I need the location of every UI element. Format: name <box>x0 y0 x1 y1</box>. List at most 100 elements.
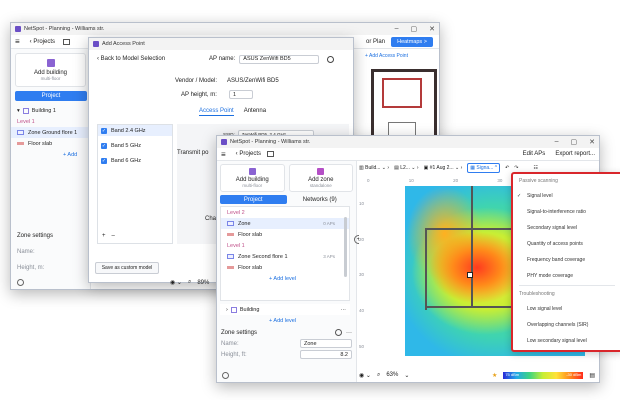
front-maximize-icon[interactable]: ▢ <box>571 138 578 146</box>
tree-building[interactable]: ▾ Building 1 <box>11 105 90 116</box>
projects-back-button[interactable]: ‹ Projects <box>30 39 55 45</box>
export-report-button[interactable]: Export report... <box>555 151 595 157</box>
front-close-icon[interactable]: ✕ <box>589 138 595 146</box>
front-window-controls: – ▢ ✕ <box>555 138 595 146</box>
add-level-button[interactable]: + Add <box>11 149 90 160</box>
dialog-tabs: Access Point Antenna <box>199 108 266 116</box>
front-zoom-icon[interactable]: ⌕ <box>377 372 380 379</box>
front-settings-icon[interactable] <box>222 372 229 379</box>
front-slab-item[interactable]: Floor slab <box>221 229 349 240</box>
ap-name-input[interactable]: ASUS ZenWifi BD5 <box>239 54 320 64</box>
settings-gear-icon[interactable] <box>17 279 24 286</box>
building-more-icon[interactable]: ··· <box>341 307 347 313</box>
crumb-level[interactable]: ▤ L2... ⌄ › <box>394 165 419 171</box>
add-band-icon[interactable]: + <box>102 233 106 239</box>
tab-project[interactable]: Project <box>15 91 87 101</box>
ruler-left: 10 20 30 40 50 <box>359 186 367 364</box>
front-height-input[interactable]: 8.2 <box>300 350 352 359</box>
menu-icon[interactable]: ≡ <box>15 37 20 46</box>
menu-low-signal[interactable]: Low signal level <box>513 301 620 317</box>
band-6[interactable]: ✓ Band 6 GHz <box>98 155 172 166</box>
ruler-x-3: 30 <box>497 177 503 183</box>
panel-toggle-icon[interactable] <box>63 38 71 45</box>
front-zone-settings: Zone settings ··· <box>221 329 352 336</box>
zoom-icon[interactable]: ⌕ <box>188 279 191 286</box>
crumb-visualization[interactable]: ▦ Signa... ^ <box>467 163 501 173</box>
front-add-building-card[interactable]: Add building multi-floor <box>220 164 285 192</box>
tab-antenna[interactable]: Antenna <box>244 108 266 116</box>
front-building-item[interactable]: › Building ··· <box>220 304 350 315</box>
menu-frequency-band[interactable]: Frequency band coverage <box>513 252 620 268</box>
menu-quantity-aps[interactable]: Quantity of access points <box>513 236 620 252</box>
refresh-icon[interactable] <box>327 55 335 63</box>
maximize-icon[interactable]: ▢ <box>411 25 418 33</box>
legend-settings-icon[interactable]: ▤ <box>589 372 595 379</box>
close-icon[interactable]: ✕ <box>429 25 435 33</box>
front-zone-item[interactable]: Zone 0 APs <box>221 218 349 229</box>
zoom-dropdown-icon[interactable]: ⌄ <box>404 372 409 379</box>
back-to-model-link[interactable]: ‹ Back to Model Selection <box>97 56 165 62</box>
plan-button[interactable]: or Plan <box>366 39 385 45</box>
front-tree: Level 2 Zone 0 APs Floor slab Level 1 Zon… <box>220 206 363 301</box>
minimize-icon[interactable]: – <box>395 25 399 33</box>
menu-secondary-signal[interactable]: Secondary signal level <box>513 220 620 236</box>
save-custom-button[interactable]: Save as custom model <box>95 262 159 274</box>
eye-icon[interactable]: ◉ ⌄ <box>170 279 182 286</box>
crumb-survey[interactable]: ▣ #1 Aug 2... ⌄ › <box>424 165 463 171</box>
front-name-input[interactable]: Zone <box>300 339 352 348</box>
zone-second-label: Zone Second flore 1 <box>238 253 288 260</box>
tree-scrollbar[interactable] <box>344 217 347 277</box>
menu-sir[interactable]: Signal-to-interference ratio <box>513 204 620 220</box>
band-6-checkbox[interactable]: ✓ <box>101 157 107 164</box>
crumb-building[interactable]: ▥ Build... ⌄ › <box>359 165 389 171</box>
add-zone-sub: standalone <box>309 183 332 188</box>
color-legend: 75 dBm -30 dBm <box>503 371 584 379</box>
add-access-point-link[interactable]: + Add Access Point <box>365 53 408 59</box>
menu-low-secondary[interactable]: Low secondary signal level <box>513 333 620 349</box>
front-minimize-icon[interactable]: – <box>555 138 559 146</box>
remove-band-icon[interactable]: – <box>112 233 115 239</box>
add-building-card[interactable]: Add building multi-floor <box>15 53 86 87</box>
front-add-level2-button[interactable]: + Add level <box>217 315 356 326</box>
ruler-y-2: 30 <box>359 272 365 278</box>
front-eye-icon[interactable]: ◉ ⌄ <box>359 372 371 379</box>
tree-zone[interactable]: Zone Ground flore 1 <box>11 127 90 138</box>
zone-second-item[interactable]: Zone Second flore 1 3 APs <box>221 251 349 262</box>
front-slab2-item[interactable]: Floor slab <box>221 262 349 273</box>
dialog-header: ‹ Back to Model Selection AP name: ASUS … <box>89 50 353 68</box>
legend-high: -30 dBm <box>566 371 582 377</box>
band-5-checkbox[interactable]: ✓ <box>101 142 107 149</box>
crumb-building-label: Build... <box>365 165 381 171</box>
band-2-4[interactable]: ✓ Band 2.4 GHz <box>98 125 172 136</box>
ap-name-label: AP name: <box>209 56 236 62</box>
menu-phy-mode[interactable]: PHY mode coverage <box>513 268 620 284</box>
settings-more-icon[interactable]: ··· <box>346 330 352 336</box>
heatmaps-button[interactable]: Heatmaps > <box>391 36 433 47</box>
front-tab-networks[interactable]: Networks (9) <box>287 195 354 204</box>
band-2-4-checkbox[interactable]: ✓ <box>101 127 107 134</box>
band-5[interactable]: ✓ Band 5 GHz <box>98 140 172 151</box>
ap-height-input[interactable]: 1 <box>229 90 253 99</box>
info-icon[interactable] <box>335 329 342 336</box>
ap-marker[interactable] <box>467 272 473 278</box>
front-tab-project[interactable]: Project <box>220 195 287 204</box>
front-add-level-button[interactable]: + Add level <box>221 273 349 284</box>
edit-aps-button[interactable]: Edit APs <box>523 151 546 157</box>
front-menu-icon[interactable]: ≡ <box>221 150 226 159</box>
band-6-label: Band 6 GHz <box>111 157 141 164</box>
front-projects-button[interactable]: ‹ Projects <box>236 151 261 157</box>
tree-floor-slab[interactable]: Floor slab <box>11 138 90 149</box>
add-building-sub: multi-floor <box>40 76 61 81</box>
front-panel-icon[interactable] <box>267 151 275 157</box>
redo-icon[interactable]: ↷ <box>514 165 518 171</box>
tab-access-point[interactable]: Access Point <box>199 108 234 116</box>
filter-icon[interactable]: ☷ <box>534 165 538 171</box>
front-bottom-bar: ◉ ⌄ ⌕ 63% ⌄ ★ 75 dBm -30 dBm ▤ <box>359 368 599 382</box>
back-titlebar: NetSpot - Planning - Williams str. – ▢ ✕ <box>11 23 439 35</box>
undo-icon[interactable]: ↶ <box>505 165 509 171</box>
menu-overlapping-channels[interactable]: Overlapping channels (SIR) <box>513 317 620 333</box>
star-icon[interactable]: ★ <box>492 372 497 379</box>
wall-v2 <box>425 230 427 310</box>
menu-signal-level[interactable]: ✓ Signal level <box>513 188 620 204</box>
add-zone-card[interactable]: Add zone standalone <box>288 164 353 192</box>
